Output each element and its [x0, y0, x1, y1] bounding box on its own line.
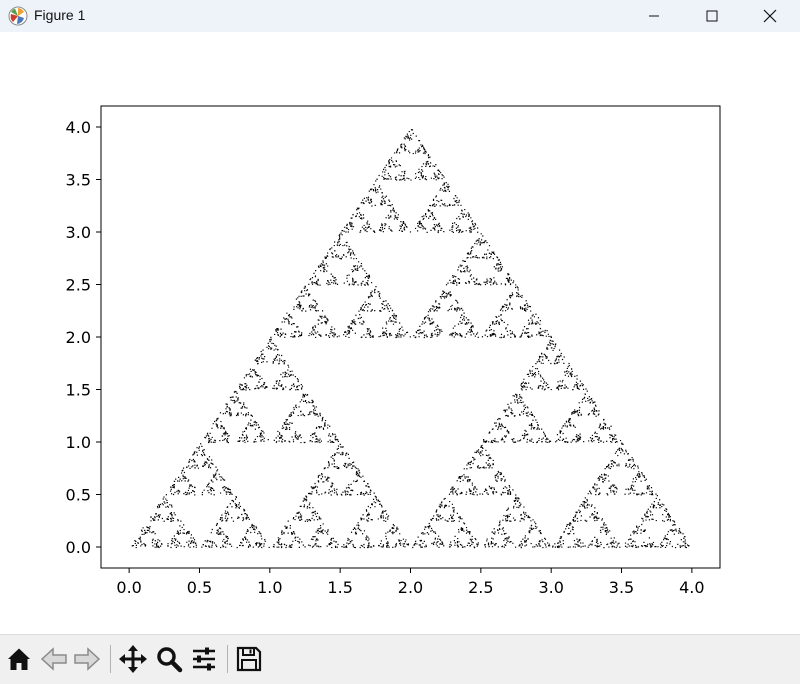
x-tick-label: 3.5	[609, 578, 634, 597]
matplotlib-logo-icon	[8, 6, 28, 26]
y-tick-label: 3.0	[66, 223, 91, 242]
home-icon	[8, 648, 30, 670]
x-axis: 0.0 0.5 1.0 1.5 2.0 2.5 3.0 3.5 4.0	[116, 568, 705, 597]
y-tick-label: 1.0	[66, 433, 91, 452]
x-tick-label: 4.0	[679, 578, 704, 597]
y-tick-label: 2.0	[66, 328, 91, 347]
y-tick-label: 2.5	[66, 276, 91, 295]
y-axis: 0.0 0.5 1.0 1.5 2.0 2.5 3.0 3.5 4.0	[66, 118, 101, 557]
pan-button[interactable]	[117, 643, 149, 675]
home-button[interactable]	[3, 643, 35, 675]
figure-canvas[interactable]: 0.0 0.5 1.0 1.5 2.0 2.5 3.0 3.5 4.0 0.0 0.5 1.0 1.5…	[0, 32, 800, 634]
y-tick-label: 1.5	[66, 381, 91, 400]
sierpinski-points	[131, 129, 690, 549]
y-tick-label: 3.5	[66, 171, 91, 190]
back-button[interactable]	[38, 643, 70, 675]
window-title: Figure 1	[34, 7, 86, 23]
floppy-disk-icon	[236, 646, 262, 672]
magnifier-icon	[157, 647, 183, 673]
scatter-chart: 0.0 0.5 1.0 1.5 2.0 2.5 3.0 3.5 4.0 0.0 0.5 1.0 1.5…	[66, 105, 721, 597]
sliders-icon	[193, 647, 215, 671]
y-tick-label: 0.5	[66, 486, 91, 505]
x-tick-label: 3.0	[538, 578, 563, 597]
toolbar-separator	[227, 645, 228, 673]
maximize-button[interactable]	[683, 0, 741, 32]
navigation-toolbar	[0, 634, 800, 684]
y-tick-label: 4.0	[66, 118, 91, 137]
window-titlebar: Figure 1	[0, 0, 800, 32]
x-tick-label: 1.5	[327, 578, 352, 597]
configure-subplots-button[interactable]	[188, 643, 220, 675]
forward-button[interactable]	[71, 643, 103, 675]
minimize-button[interactable]	[625, 0, 683, 32]
zoom-button[interactable]	[153, 643, 185, 675]
x-tick-label: 2.0	[398, 578, 423, 597]
minimize-icon	[649, 15, 659, 17]
back-arrow-icon	[40, 647, 67, 671]
y-tick-label: 0.0	[66, 538, 91, 557]
x-tick-label: 0.0	[116, 578, 141, 597]
close-button[interactable]	[741, 0, 799, 32]
toolbar-separator	[110, 645, 111, 673]
x-tick-label: 0.5	[187, 578, 212, 597]
maximize-icon	[706, 10, 718, 22]
scatter-points	[131, 129, 690, 549]
move-icon	[119, 645, 147, 673]
x-tick-label: 1.0	[257, 578, 282, 597]
close-icon	[763, 9, 777, 23]
forward-arrow-icon	[74, 647, 101, 671]
save-button[interactable]	[233, 643, 265, 675]
x-tick-label: 2.5	[468, 578, 493, 597]
